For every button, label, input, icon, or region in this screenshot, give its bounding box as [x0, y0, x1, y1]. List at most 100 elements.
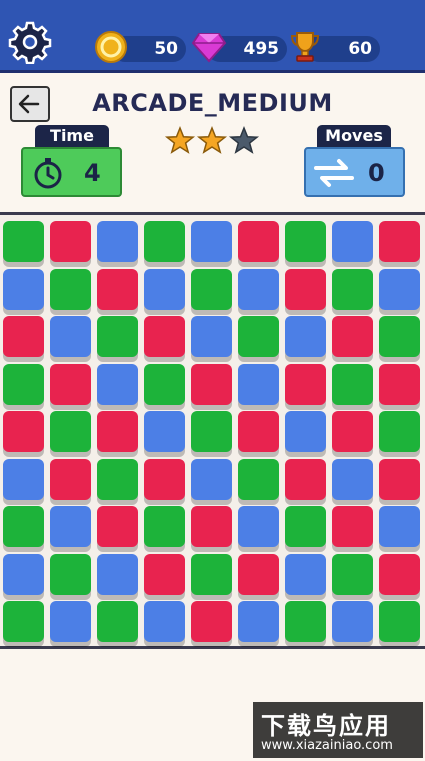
moves-value: 0 — [368, 159, 385, 187]
tile-green[interactable] — [50, 411, 91, 452]
tile-blue[interactable] — [3, 458, 44, 500]
tile-red[interactable] — [191, 506, 232, 547]
tile-green[interactable] — [285, 601, 326, 642]
tile-red[interactable] — [379, 363, 420, 405]
tile-blue[interactable] — [238, 506, 279, 547]
tile-blue[interactable] — [332, 601, 373, 642]
tile-blue[interactable] — [332, 458, 373, 500]
tile-green[interactable] — [379, 601, 420, 642]
tile-blue[interactable] — [50, 506, 91, 547]
tile-blue[interactable] — [97, 363, 138, 405]
tile-blue[interactable] — [191, 458, 232, 500]
tile-blue[interactable] — [238, 601, 279, 642]
tile-blue[interactable] — [285, 411, 326, 452]
tile-blue[interactable] — [3, 553, 44, 595]
tile-green[interactable] — [191, 268, 232, 310]
tile-red[interactable] — [144, 553, 185, 595]
tile-green[interactable] — [97, 316, 138, 357]
tile-blue[interactable] — [97, 553, 138, 595]
tile-blue[interactable] — [285, 553, 326, 595]
tile-blue[interactable] — [332, 221, 373, 262]
tile-blue[interactable] — [379, 506, 420, 547]
tile-red[interactable] — [144, 316, 185, 357]
tile-green[interactable] — [285, 506, 326, 547]
watermark: 下载鸟应用 www.xiazainiao.com — [253, 702, 423, 758]
tile-green[interactable] — [144, 506, 185, 547]
time-label: Time — [35, 125, 109, 147]
tile-red[interactable] — [97, 268, 138, 310]
watermark-url: www.xiazainiao.com — [261, 738, 393, 753]
tile-blue[interactable] — [191, 221, 232, 262]
top-bar: 50 495 60 — [0, 0, 425, 73]
level-title: ARCADE_MEDIUM — [92, 89, 333, 117]
moves-box: 0 — [304, 147, 405, 197]
tile-blue[interactable] — [144, 411, 185, 452]
tile-green[interactable] — [3, 363, 44, 405]
tile-red[interactable] — [379, 458, 420, 500]
tile-red[interactable] — [50, 221, 91, 262]
tile-green[interactable] — [50, 268, 91, 310]
tile-green[interactable] — [332, 363, 373, 405]
tile-red[interactable] — [332, 411, 373, 452]
tile-blue[interactable] — [3, 268, 44, 310]
tile-green[interactable] — [191, 553, 232, 595]
tile-green[interactable] — [50, 553, 91, 595]
tile-red[interactable] — [238, 553, 279, 595]
tile-red[interactable] — [238, 411, 279, 452]
tile-red[interactable] — [191, 363, 232, 405]
trophy-icon — [290, 32, 320, 62]
tile-red[interactable] — [144, 458, 185, 500]
tile-blue[interactable] — [379, 268, 420, 310]
tile-green[interactable] — [97, 601, 138, 642]
tile-blue[interactable] — [285, 316, 326, 357]
tile-red[interactable] — [50, 458, 91, 500]
tile-blue[interactable] — [50, 316, 91, 357]
tile-red[interactable] — [3, 316, 44, 357]
tile-blue[interactable] — [144, 268, 185, 310]
tile-green[interactable] — [379, 316, 420, 357]
tile-green[interactable] — [144, 221, 185, 262]
tile-red[interactable] — [332, 506, 373, 547]
tile-red[interactable] — [97, 506, 138, 547]
moves-label: Moves — [317, 125, 391, 147]
tile-green[interactable] — [3, 506, 44, 547]
tile-red[interactable] — [285, 363, 326, 405]
tile-red[interactable] — [50, 363, 91, 405]
tile-red[interactable] — [332, 316, 373, 357]
tile-blue[interactable] — [50, 601, 91, 642]
tile-green[interactable] — [238, 316, 279, 357]
tile-green[interactable] — [3, 221, 44, 262]
tile-green[interactable] — [191, 411, 232, 452]
level-stars — [164, 125, 260, 154]
gear-icon[interactable] — [8, 20, 52, 64]
tile-blue[interactable] — [191, 316, 232, 357]
star-3-icon — [228, 125, 260, 154]
tile-blue[interactable] — [238, 363, 279, 405]
time-box: 4 — [21, 147, 122, 197]
tile-green[interactable] — [3, 601, 44, 642]
tile-green[interactable] — [379, 411, 420, 452]
tile-blue[interactable] — [144, 601, 185, 642]
tile-red[interactable] — [97, 411, 138, 452]
tile-green[interactable] — [238, 458, 279, 500]
star-1-icon — [164, 125, 196, 154]
star-2-icon — [196, 125, 228, 154]
tile-green[interactable] — [285, 221, 326, 262]
tile-red[interactable] — [285, 268, 326, 310]
tile-red[interactable] — [379, 221, 420, 262]
tile-red[interactable] — [3, 411, 44, 452]
tile-red[interactable] — [285, 458, 326, 500]
tile-green[interactable] — [144, 363, 185, 405]
tile-green[interactable] — [97, 458, 138, 500]
tile-blue[interactable] — [97, 221, 138, 262]
tile-green[interactable] — [332, 268, 373, 310]
tile-blue[interactable] — [238, 268, 279, 310]
tile-red[interactable] — [238, 221, 279, 262]
stopwatch-icon — [34, 158, 62, 189]
swap-arrows-icon — [314, 159, 354, 187]
coin-icon — [95, 31, 127, 63]
tile-red[interactable] — [191, 601, 232, 642]
tile-green[interactable] — [332, 553, 373, 595]
tile-red[interactable] — [379, 553, 420, 595]
game-board[interactable] — [0, 215, 425, 646]
